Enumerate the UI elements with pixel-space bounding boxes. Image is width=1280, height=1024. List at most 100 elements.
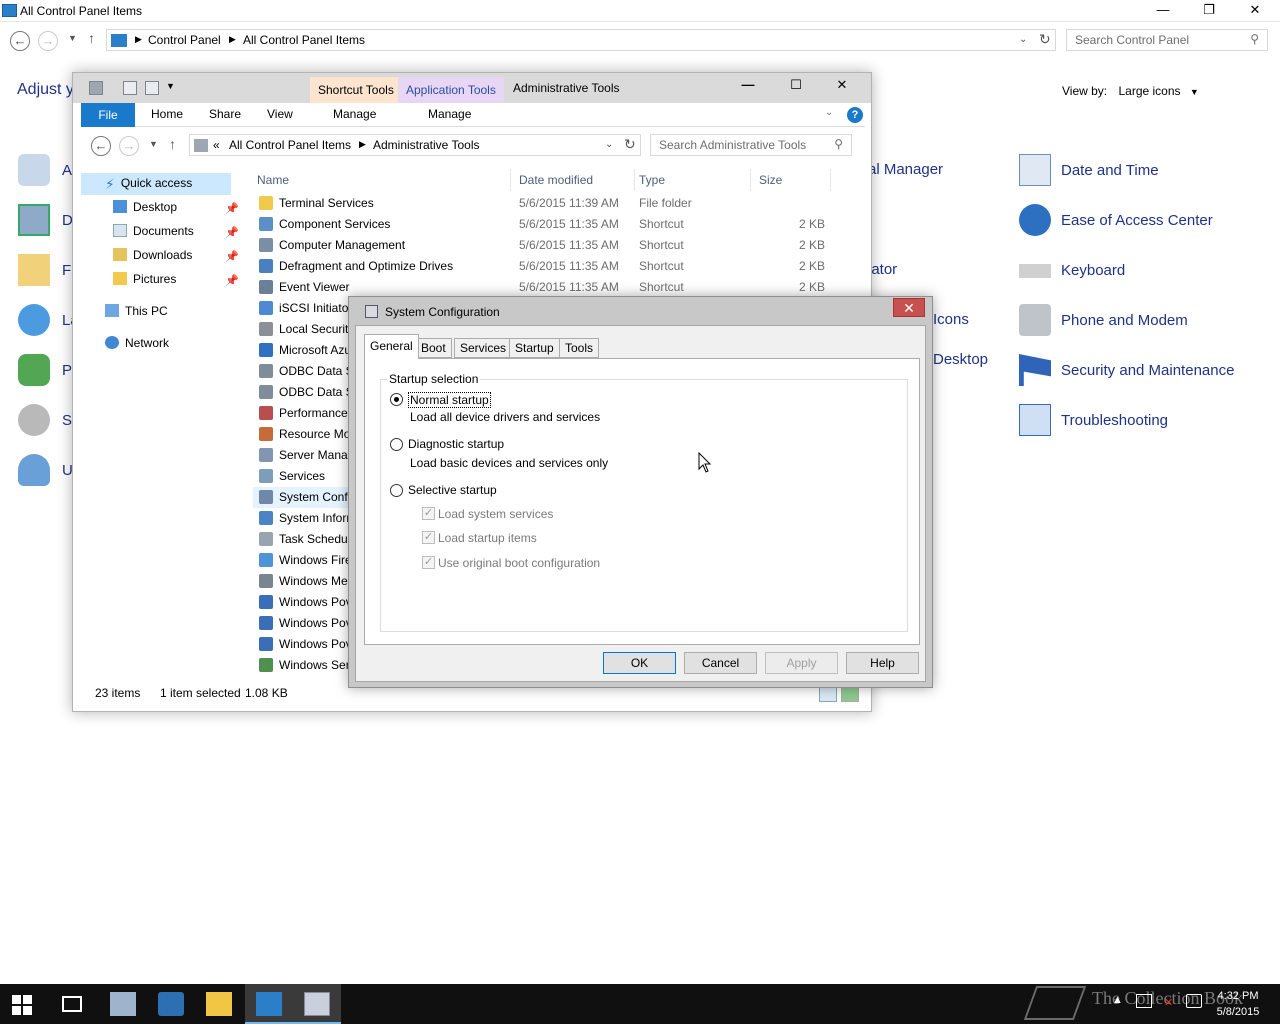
- admin-search-input[interactable]: Search Administrative Tools ⚲: [650, 134, 852, 156]
- admin-forward-arrow-icon[interactable]: →: [119, 136, 139, 156]
- selective-startup-label[interactable]: Selective startup: [408, 483, 497, 497]
- chevron-right-icon[interactable]: ▶: [229, 34, 236, 45]
- selective-startup-radio[interactable]: [390, 484, 403, 497]
- volume-muted-icon[interactable]: ✕: [1164, 996, 1173, 1009]
- nav-quick-access-label[interactable]: ⚡ Quick access: [105, 176, 192, 196]
- pin-icon[interactable]: 📌: [225, 226, 239, 239]
- breadcrumb-overflow[interactable]: «: [213, 138, 220, 152]
- nav-documents[interactable]: Documents: [113, 224, 194, 244]
- tab-general[interactable]: General: [364, 334, 419, 359]
- document-icon[interactable]: [145, 81, 159, 95]
- windows-start-icon[interactable]: [12, 995, 38, 1019]
- pin-icon[interactable]: 📌: [225, 250, 239, 263]
- nav-this-pc[interactable]: This PC: [105, 304, 168, 324]
- ok-button[interactable]: OK: [603, 652, 676, 674]
- minimize-button[interactable]: —: [1140, 0, 1186, 20]
- admin-up-arrow-icon[interactable]: ↑: [169, 136, 176, 152]
- admin-breadcrumb-admin-tools[interactable]: Administrative Tools: [373, 138, 480, 152]
- tab-startup[interactable]: Startup: [509, 338, 560, 358]
- admin-close-button[interactable]: ✕: [819, 75, 865, 95]
- up-arrow-icon[interactable]: ↑: [88, 30, 95, 46]
- search-input[interactable]: Search Control Panel ⚲: [1066, 29, 1268, 51]
- dialog-close-button[interactable]: ✕: [893, 298, 925, 317]
- admin-back-arrow-icon[interactable]: ←: [91, 136, 111, 156]
- pin-icon[interactable]: 📌: [225, 274, 239, 287]
- diagnostic-startup-label[interactable]: Diagnostic startup: [408, 437, 504, 451]
- tab-boot[interactable]: Boot: [415, 338, 452, 358]
- dropdown-arrow-icon[interactable]: ▼: [1190, 87, 1199, 97]
- load-system-services-checkbox[interactable]: ✓: [422, 507, 435, 520]
- admin-address-bar[interactable]: « All Control Panel Items ▶ Administrati…: [189, 134, 641, 156]
- table-row[interactable]: Event Viewer 5/6/2015 11:35 AM Shortcut 2 K…: [253, 277, 833, 298]
- column-type[interactable]: Type: [635, 169, 751, 191]
- tab-tools[interactable]: Tools: [559, 338, 600, 358]
- recent-dropdown-icon[interactable]: ▼: [68, 33, 77, 43]
- admin-minimize-button[interactable]: —: [725, 75, 771, 95]
- chevron-down-icon[interactable]: ⌄: [1019, 34, 1027, 45]
- refresh-icon[interactable]: ↻: [1039, 31, 1051, 48]
- action-center-icon[interactable]: [1186, 994, 1202, 1008]
- help-button[interactable]: Help: [846, 652, 919, 674]
- powershell-icon[interactable]: [158, 992, 184, 1016]
- clock[interactable]: 4:32 PM 5/8/2015: [1208, 988, 1268, 1020]
- table-row[interactable]: Computer Management 5/6/2015 11:35 AM Shor…: [253, 235, 833, 256]
- chevron-right-icon[interactable]: ▶: [359, 139, 366, 150]
- tab-manage-shortcut[interactable]: Manage: [333, 107, 376, 121]
- tab-manage-application[interactable]: Manage: [428, 107, 471, 121]
- nav-desktop[interactable]: Desktop: [113, 200, 177, 220]
- cp-item-partial-icons[interactable]: Icons: [933, 311, 969, 328]
- use-original-boot-checkbox[interactable]: ✓: [422, 556, 435, 569]
- pin-icon[interactable]: 📌: [225, 202, 239, 215]
- diagnostic-startup-radio[interactable]: [390, 438, 403, 451]
- close-button[interactable]: ✕: [1232, 0, 1278, 20]
- tab-shortcut-tools[interactable]: Shortcut Tools: [310, 77, 402, 103]
- apply-button[interactable]: Apply: [765, 652, 838, 674]
- admin-recent-dropdown-icon[interactable]: ▼: [149, 139, 158, 149]
- help-icon[interactable]: ?: [847, 107, 863, 123]
- nav-pictures[interactable]: Pictures: [113, 272, 176, 292]
- chevron-right-icon[interactable]: ▶: [135, 34, 142, 45]
- tab-application-tools[interactable]: Application Tools: [398, 77, 504, 103]
- file-explorer-icon[interactable]: [206, 992, 232, 1016]
- back-arrow-icon[interactable]: ←: [10, 31, 30, 51]
- table-row[interactable]: Terminal Services 5/6/2015 11:39 AM File f…: [253, 193, 833, 214]
- tab-share[interactable]: Share: [209, 107, 241, 121]
- properties-icon[interactable]: [89, 81, 103, 95]
- normal-startup-label[interactable]: Normal startup: [408, 392, 491, 408]
- chevron-down-icon[interactable]: ⌄: [605, 139, 613, 150]
- admin-maximize-button[interactable]: ☐: [773, 75, 819, 95]
- tab-services[interactable]: Services: [454, 338, 513, 358]
- tab-home[interactable]: Home: [151, 107, 183, 121]
- cp-item-partial-iator[interactable]: iator: [868, 261, 897, 278]
- cancel-button[interactable]: Cancel: [684, 652, 757, 674]
- server-manager-icon[interactable]: [110, 992, 136, 1016]
- cp-item-partial-manager[interactable]: al Manager: [868, 161, 943, 178]
- tab-view[interactable]: View: [267, 107, 293, 121]
- load-startup-items-checkbox[interactable]: ✓: [422, 531, 435, 544]
- address-bar[interactable]: ▶ Control Panel ▶ All Control Panel Item…: [106, 29, 1056, 51]
- cp-item-partial-desktop[interactable]: Desktop: [933, 351, 988, 368]
- new-folder-icon[interactable]: [123, 81, 137, 95]
- restore-button[interactable]: ❐: [1186, 0, 1232, 20]
- admin-breadcrumb-all-items[interactable]: All Control Panel Items: [229, 138, 351, 152]
- search-icon[interactable]: ⚲: [1250, 32, 1259, 46]
- forward-arrow-icon[interactable]: →: [38, 31, 58, 51]
- large-icons-view-icon[interactable]: [841, 686, 859, 702]
- column-name[interactable]: Name: [253, 169, 511, 191]
- refresh-icon[interactable]: ↻: [624, 136, 636, 153]
- column-size[interactable]: Size: [755, 169, 831, 191]
- network-tray-icon[interactable]: [1136, 994, 1152, 1008]
- normal-startup-radio[interactable]: [390, 393, 403, 406]
- table-row[interactable]: Defragment and Optimize Drives 5/6/2015 1…: [253, 256, 833, 277]
- breadcrumb-control-panel[interactable]: Control Panel: [148, 33, 221, 47]
- control-panel-taskbar-icon[interactable]: [256, 992, 282, 1016]
- task-view-icon[interactable]: [62, 996, 82, 1012]
- details-view-icon[interactable]: [819, 686, 837, 702]
- customize-dropdown-icon[interactable]: ▼: [166, 81, 175, 91]
- search-icon[interactable]: ⚲: [834, 137, 843, 151]
- msconfig-taskbar-icon[interactable]: [304, 992, 330, 1016]
- tab-file[interactable]: File: [81, 103, 135, 127]
- show-hidden-icons-icon[interactable]: ▲: [1112, 994, 1123, 1006]
- expand-ribbon-icon[interactable]: ⌄: [825, 107, 833, 118]
- table-row[interactable]: Component Services 5/6/2015 11:35 AM Short…: [253, 214, 833, 235]
